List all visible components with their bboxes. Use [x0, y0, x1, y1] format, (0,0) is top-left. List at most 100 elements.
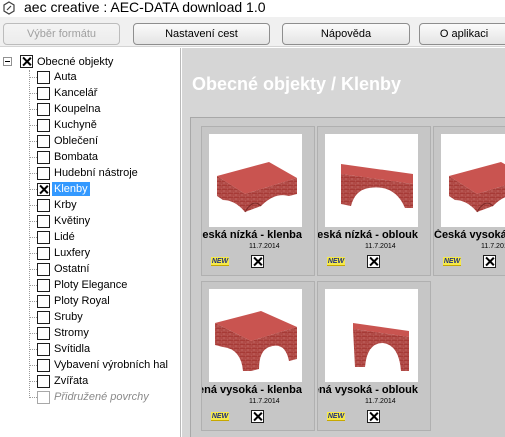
tree-connector [29, 365, 37, 366]
tree-root-label[interactable]: Obecné objekty [35, 55, 115, 69]
object-card[interactable]: Valená vysoká - oblouk 11.7.2014 NEW [317, 281, 431, 431]
root-checkbox[interactable] [20, 55, 33, 68]
category-tree[interactable]: Obecné objekty Auta Kancelář Koupelna Kuchy… [0, 48, 181, 437]
object-thumbnail[interactable] [441, 134, 505, 227]
toolbar: Výběr formátu Nastavení cest Nápověda O … [0, 17, 505, 47]
object-card[interactable]: Česká nízká - klenba 11.7.2014 NEW [201, 126, 315, 276]
object-date: 11.7.2014 [249, 243, 280, 250]
tree-connector [29, 253, 37, 254]
tree-connector [29, 109, 37, 110]
tree-item-checkbox[interactable] [37, 359, 50, 372]
object-name: Valená vysoká - klenba [202, 384, 302, 396]
new-badge: NEW [327, 257, 345, 266]
tree-connector [29, 93, 37, 94]
object-date: 11.7.2014 [365, 398, 396, 405]
tree-connector [29, 349, 37, 350]
object-name: Česká vysoká [434, 229, 505, 241]
tree-item-label[interactable]: Kuchyně [52, 118, 99, 132]
select-checkbox[interactable] [483, 255, 496, 268]
vault-thumbnail-icon [215, 311, 297, 371]
collapse-icon[interactable] [3, 57, 12, 66]
tree-item-label[interactable]: Oblečení [52, 134, 100, 148]
object-card[interactable]: Valená vysoká - klenba 11.7.2014 NEW [201, 281, 315, 431]
tree-item-checkbox[interactable] [37, 327, 50, 340]
object-thumbnail[interactable] [325, 289, 418, 382]
tree-item-checkbox[interactable] [37, 375, 50, 388]
vault-thumbnail-icon [341, 164, 413, 208]
tree-item-label[interactable]: Auta [52, 70, 79, 84]
tree-connector [29, 141, 37, 142]
tree-item-label[interactable]: Ploty Royal [52, 294, 112, 308]
new-badge: NEW [211, 257, 229, 266]
help-button[interactable]: Nápověda [282, 23, 410, 45]
tree-item-label[interactable]: Zvířata [52, 374, 90, 388]
tree-item-checkbox[interactable] [37, 311, 50, 324]
object-name: Česká nízká - oblouk [318, 229, 418, 241]
object-date: 11.7.2014 [481, 243, 505, 250]
tree-connector [29, 381, 37, 382]
tree-item-label[interactable]: Vybavení výrobních hal [52, 358, 170, 372]
path-settings-button[interactable]: Nastavení cest [133, 23, 270, 45]
new-badge: NEW [211, 412, 229, 421]
tree-item-checkbox[interactable] [37, 231, 50, 244]
tree-item-checkbox[interactable] [37, 151, 50, 164]
tree-item-checkbox[interactable] [37, 295, 50, 308]
tree-item-checkbox[interactable] [37, 263, 50, 276]
tree-item-checkbox[interactable] [37, 71, 50, 84]
tree-connector [29, 285, 37, 286]
tree-item-checkbox[interactable] [37, 215, 50, 228]
tree-item-label[interactable]: Sruby [52, 310, 85, 324]
tree-item-label[interactable]: Koupelna [52, 102, 103, 116]
tree-item-checkbox[interactable] [37, 119, 50, 132]
tree-item-checkbox[interactable] [37, 103, 50, 116]
tree-connector [29, 301, 37, 302]
tree-item-label[interactable]: Klenby [52, 182, 90, 196]
tree-connector [29, 77, 37, 78]
tree-connector [29, 157, 37, 158]
tree-item-label[interactable]: Ploty Elegance [52, 278, 129, 292]
new-badge: NEW [327, 412, 345, 421]
object-date: 11.7.2014 [365, 243, 396, 250]
window-title: aec creative : AEC-DATA download 1.0 [24, 0, 266, 15]
object-card[interactable]: Česká nízká - oblouk 11.7.2014 NEW [317, 126, 431, 276]
tree-item-label[interactable]: Kancelář [52, 86, 99, 100]
tree-item-checkbox[interactable] [37, 167, 50, 180]
tree-item-label[interactable]: Ostatní [52, 262, 91, 276]
tree-item-checkbox[interactable] [37, 343, 50, 356]
tree-item-label[interactable]: Květiny [52, 214, 92, 228]
tree-connector [29, 221, 37, 222]
tree-item-checkbox[interactable] [37, 279, 50, 292]
tree-item-label[interactable]: Krby [52, 198, 79, 212]
tree-item-checkbox[interactable] [37, 199, 50, 212]
tree-item-label[interactable]: Bombata [52, 150, 100, 164]
tree-item-checkbox [37, 391, 50, 404]
format-select-button[interactable]: Výběr formátu [3, 23, 120, 45]
object-name: Česká nízká - klenba [202, 229, 302, 241]
tree-item-checkbox[interactable] [37, 247, 50, 260]
page-title: Obecné objekty / Klenby [192, 74, 402, 94]
tree-item-label[interactable]: Stromy [52, 326, 91, 340]
tree-connector [29, 173, 37, 174]
tree-item-label[interactable]: Lidé [52, 230, 77, 244]
vault-thumbnail-icon [449, 162, 505, 213]
select-checkbox[interactable] [367, 410, 380, 423]
object-thumbnail[interactable] [209, 289, 302, 382]
object-name: Valená vysoká - oblouk [318, 384, 418, 396]
tree-connector [29, 317, 37, 318]
select-checkbox[interactable] [251, 410, 264, 423]
object-card[interactable]: Česká vysoká 11.7.2014 NEW [433, 126, 505, 276]
select-checkbox[interactable] [251, 255, 264, 268]
about-button[interactable]: O aplikaci [419, 23, 505, 45]
tree-item-checkbox[interactable] [37, 183, 50, 196]
object-thumbnail[interactable] [325, 134, 418, 227]
tree-item-label[interactable]: Hudební nástroje [52, 166, 140, 180]
tree-item-checkbox[interactable] [37, 87, 50, 100]
tree-item-label[interactable]: Luxfery [52, 246, 92, 260]
tree-connector [29, 333, 37, 334]
tree-connector [29, 397, 37, 398]
select-checkbox[interactable] [367, 255, 380, 268]
tree-item-label[interactable]: Svítidla [52, 342, 92, 356]
tree-item-checkbox[interactable] [37, 135, 50, 148]
object-thumbnail[interactable] [209, 134, 302, 227]
tree-connector [29, 269, 37, 270]
